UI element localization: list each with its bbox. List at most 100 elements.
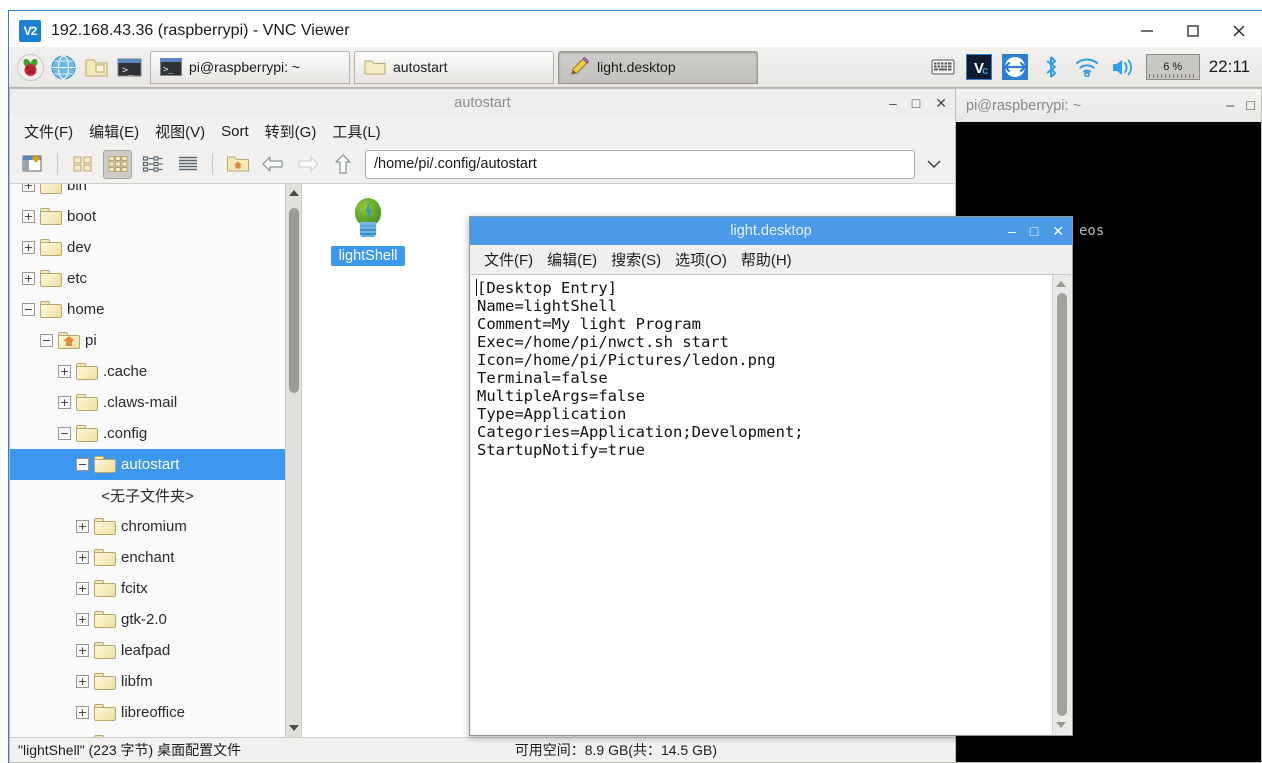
menu-options[interactable]: 选项(O) (675, 249, 727, 270)
web-browser-icon[interactable] (48, 52, 78, 82)
close-icon[interactable] (1216, 11, 1262, 51)
expand-icon[interactable]: + (76, 706, 89, 719)
minimize-icon[interactable] (1124, 11, 1170, 51)
desktop-area[interactable]: pi@raspberrypi: ~ – □ eos autostart – □ … (9, 88, 1262, 763)
file-item-lightshell[interactable]: lightShell (320, 196, 416, 266)
tree-item-fcitx[interactable]: + fcitx (10, 573, 285, 604)
expand-icon[interactable]: + (76, 551, 89, 564)
expand-icon[interactable]: + (22, 272, 35, 285)
menu-file[interactable]: 文件(F) (24, 121, 73, 142)
menu-edit[interactable]: 编辑(E) (89, 121, 139, 142)
expand-icon[interactable]: + (22, 241, 35, 254)
collapse-icon[interactable]: − (40, 334, 53, 347)
cpu-usage-monitor[interactable]: 6 % (1145, 54, 1200, 80)
minimize-icon[interactable]: – (889, 96, 897, 110)
expand-icon[interactable]: + (76, 582, 89, 595)
tree-item-dot-cache[interactable]: + .cache (10, 356, 285, 387)
clock[interactable]: 22:11 (1209, 57, 1250, 77)
home-folder-icon[interactable] (223, 150, 252, 179)
tree-item-chromium[interactable]: + chromium (10, 511, 285, 542)
tree-item-libfm[interactable]: + libfm (10, 666, 285, 697)
expand-icon[interactable]: + (76, 675, 89, 688)
tree-item-enchant[interactable]: + enchant (10, 542, 285, 573)
task-button-light-desktop[interactable]: light.desktop (558, 50, 758, 84)
vnc-window-title: 192.168.43.36 (raspberrypi) - VNC Viewer (51, 22, 350, 39)
scroll-down-icon[interactable] (1053, 716, 1069, 734)
terminal-icon[interactable]: >_ (114, 52, 144, 82)
minimize-icon[interactable]: – (1008, 223, 1016, 239)
small-icons-icon[interactable] (103, 149, 132, 179)
file-manager-icon[interactable] (81, 52, 111, 82)
tree-item-lxpanel[interactable]: +lxpanel (10, 728, 285, 737)
large-icons-icon[interactable] (68, 150, 97, 179)
tree-item-bin[interactable]: + bin (10, 184, 285, 201)
editor-text-area[interactable]: [Desktop Entry] Name=lightShell Comment=… (471, 277, 1049, 734)
bluetooth-icon[interactable] (1038, 54, 1065, 81)
editor-vertical-scrollbar[interactable] (1052, 275, 1071, 734)
expand-icon[interactable]: + (58, 365, 71, 378)
volume-icon[interactable] (1110, 54, 1137, 81)
tree-item-home[interactable]: − home (10, 294, 285, 325)
menu-view[interactable]: 视图(V) (155, 121, 205, 142)
collapse-icon[interactable]: − (58, 427, 71, 440)
scroll-up-icon[interactable] (1053, 275, 1069, 293)
menu-tools[interactable]: 工具(L) (332, 121, 380, 142)
close-icon[interactable]: ✕ (935, 96, 947, 110)
menu-go[interactable]: 转到(G) (265, 121, 317, 142)
tree-item-dot-config[interactable]: − .config (10, 418, 285, 449)
expand-icon[interactable]: + (76, 644, 89, 657)
maximize-icon[interactable]: □ (1246, 98, 1255, 114)
keyboard-icon[interactable] (930, 54, 957, 81)
tree-item-leafpad[interactable]: + leafpad (10, 635, 285, 666)
menu-help[interactable]: 帮助(H) (741, 249, 792, 270)
tree-item-etc[interactable]: + etc (10, 263, 285, 294)
folder-icon (94, 673, 116, 690)
tree-item-gtk-2.0[interactable]: + gtk-2.0 (10, 604, 285, 635)
new-tab-icon[interactable] (18, 150, 47, 179)
collapse-icon[interactable]: − (76, 458, 89, 471)
path-input[interactable]: /home/pi/.config/autostart (365, 149, 915, 179)
scrollbar-thumb[interactable] (289, 208, 299, 393)
text-editor-window[interactable]: light.desktop – □ ✕ 文件(F) 编辑(E) 搜索(S) 选项… (469, 216, 1073, 736)
menu-edit[interactable]: 编辑(E) (547, 249, 597, 270)
scroll-up-icon[interactable] (286, 184, 301, 202)
scrollbar-thumb[interactable] (1057, 293, 1067, 716)
maximize-icon[interactable]: □ (912, 96, 920, 110)
vnc-server-icon[interactable]: V c (966, 54, 993, 81)
tree-item-label: autostart (121, 456, 180, 473)
chevron-down-icon[interactable] (921, 150, 947, 179)
close-icon[interactable]: ✕ (1052, 223, 1064, 240)
editor-window-title: light.desktop (730, 223, 812, 239)
menu-file[interactable]: 文件(F) (484, 249, 533, 270)
arrow-left-icon[interactable] (258, 150, 287, 179)
tree-item-autostart[interactable]: − autostart (10, 449, 285, 480)
expand-icon[interactable]: + (22, 184, 35, 192)
task-button-terminal[interactable]: >_ pi@raspberrypi: ~ (150, 50, 350, 84)
menu-sort[interactable]: Sort (221, 123, 249, 140)
wifi-icon[interactable] (1074, 54, 1101, 81)
maximize-icon[interactable] (1170, 11, 1216, 51)
task-button-autostart[interactable]: autostart (354, 50, 554, 84)
collapse-icon[interactable]: − (22, 303, 35, 316)
expand-icon[interactable]: + (76, 613, 89, 626)
tree-item-boot[interactable]: + boot (10, 201, 285, 232)
tree-item-pi[interactable]: − pi (10, 325, 285, 356)
detailed-list-icon[interactable] (138, 150, 167, 179)
tree-vertical-scrollbar[interactable] (285, 184, 301, 737)
tree-item-dot-claws-mail[interactable]: + .claws-mail (10, 387, 285, 418)
tree-item-libreoffice[interactable]: + libreoffice (10, 697, 285, 728)
list-lines-icon[interactable] (173, 150, 202, 179)
menu-search[interactable]: 搜索(S) (611, 249, 661, 270)
expand-icon[interactable]: + (76, 520, 89, 533)
minimize-icon[interactable]: – (1226, 98, 1234, 114)
tree-item-dev[interactable]: + dev (10, 232, 285, 263)
expand-icon[interactable]: + (58, 396, 71, 409)
teamviewer-icon[interactable] (1002, 54, 1029, 81)
expand-icon[interactable]: + (22, 210, 35, 223)
directory-tree-pane[interactable]: + bin + boot + dev + etc − home − pi + .cache + .claws-… (10, 183, 302, 737)
arrow-up-icon[interactable] (328, 150, 357, 179)
maximize-icon[interactable]: □ (1030, 223, 1038, 239)
raspberry-menu-icon[interactable] (15, 52, 45, 82)
scroll-down-icon[interactable] (286, 719, 301, 737)
task-button-label: pi@raspberrypi: ~ (189, 59, 301, 75)
